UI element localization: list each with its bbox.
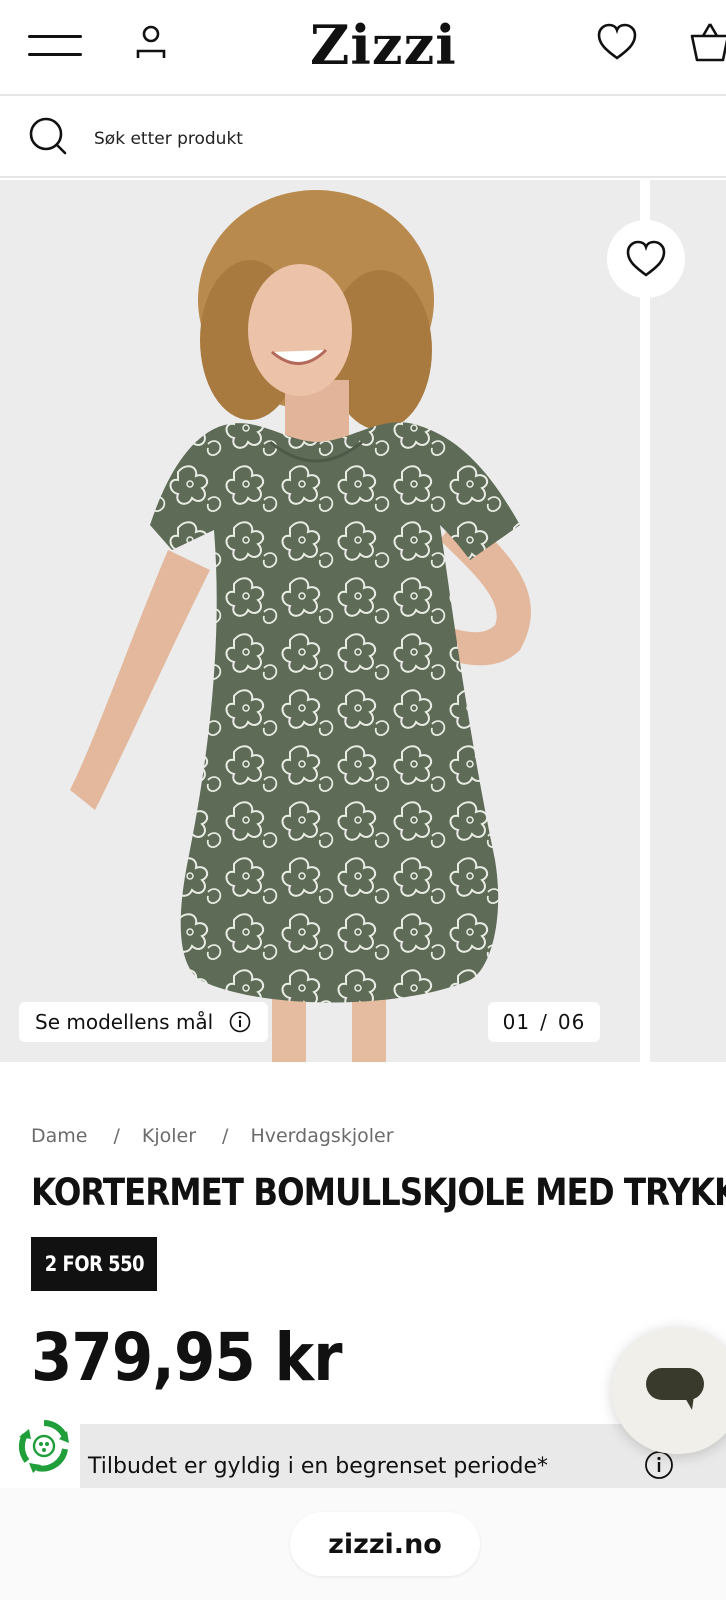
shopping-bag-icon[interactable] bbox=[690, 20, 726, 64]
search-input[interactable] bbox=[94, 122, 694, 156]
breadcrumb-separator: / bbox=[113, 1125, 120, 1147]
model-photo bbox=[70, 190, 531, 1062]
info-icon[interactable] bbox=[644, 1450, 674, 1480]
breadcrumb-item-kjoler[interactable]: Kjoler bbox=[142, 1125, 196, 1147]
promo-badge: 2 FOR 550 bbox=[31, 1237, 157, 1291]
offer-text: Tilbudet er gyldig i en begrenset period… bbox=[88, 1454, 549, 1479]
search-bar bbox=[0, 98, 726, 178]
browser-url-bar[interactable]: zizzi.no bbox=[290, 1512, 480, 1576]
model-measures-button[interactable]: Se modellens mål bbox=[19, 1002, 268, 1042]
promo-badge-label: 2 FOR 550 bbox=[44, 1252, 144, 1276]
product-price: 379,95 kr bbox=[31, 1319, 342, 1396]
image-counter: 01 / 06 bbox=[488, 1002, 600, 1042]
browser-bottom-bar: zizzi.no bbox=[0, 1488, 726, 1600]
recycle-badge-icon[interactable] bbox=[8, 1410, 80, 1482]
heart-icon[interactable] bbox=[596, 22, 638, 62]
info-icon bbox=[229, 1011, 251, 1033]
product-image-main[interactable] bbox=[0, 180, 640, 1062]
image-counter-current: 01 bbox=[502, 1010, 531, 1034]
product-image-gallery[interactable]: Se modellens mål 01 / 06 bbox=[0, 180, 726, 1062]
breadcrumb: Dame / Kjoler / Hverdagskjoler bbox=[31, 1122, 394, 1150]
hamburger-menu-icon[interactable] bbox=[28, 33, 82, 57]
search-icon[interactable] bbox=[28, 116, 68, 156]
model-measures-label: Se modellens mål bbox=[35, 1010, 214, 1034]
recycle-icon bbox=[18, 1420, 69, 1473]
site-header: Zizzi bbox=[0, 0, 726, 96]
product-image-next[interactable] bbox=[650, 180, 726, 1062]
product-title: KORTERMET BOMULLSKJOLE MED TRYKK bbox=[31, 1171, 726, 1214]
chat-button[interactable] bbox=[612, 1328, 726, 1454]
breadcrumb-item-dame[interactable]: Dame bbox=[31, 1125, 87, 1147]
image-counter-separator: / bbox=[540, 1010, 548, 1034]
breadcrumb-separator: / bbox=[222, 1125, 229, 1147]
favorite-button[interactable] bbox=[607, 220, 685, 298]
heart-icon bbox=[626, 240, 666, 277]
user-icon[interactable] bbox=[134, 24, 168, 60]
breadcrumb-item-hverdagskjoler[interactable]: Hverdagskjoler bbox=[250, 1125, 393, 1147]
slide-divider bbox=[640, 180, 650, 1062]
image-counter-total: 06 bbox=[557, 1010, 586, 1034]
chat-bubble-icon bbox=[646, 1368, 704, 1410]
site-logo[interactable]: Zizzi bbox=[310, 10, 456, 80]
